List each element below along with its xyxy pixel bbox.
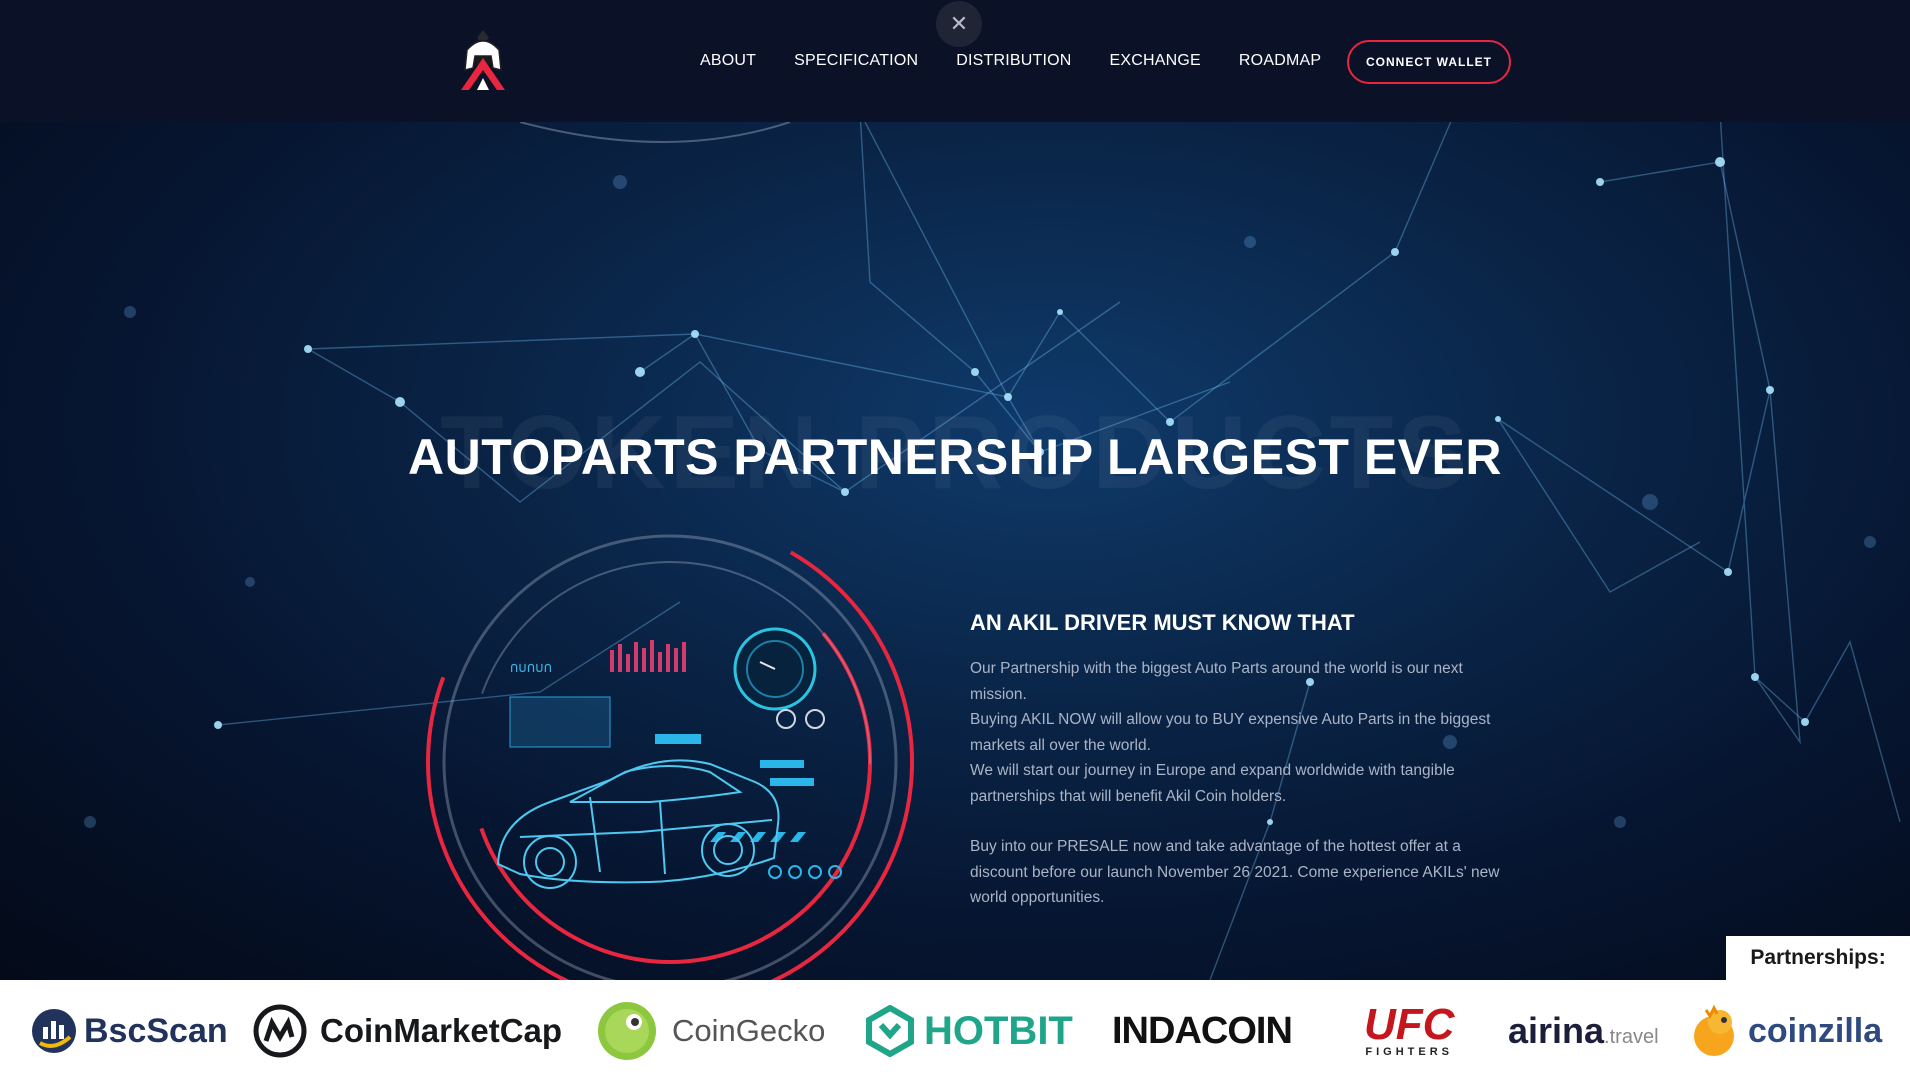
section-body: Our Partnership with the biggest Auto Pa…	[970, 656, 1520, 911]
paragraph-journey: We will start our journey in Europe and …	[970, 762, 1455, 805]
partners-strip: BscScan CoinMarketCap CoinGecko HOTBIT I…	[0, 980, 1910, 1080]
partner-ufc[interactable]: UFC FIGHTERS	[1364, 998, 1454, 1064]
section-heading: AN AKIL DRIVER MUST KNOW THAT	[970, 610, 1355, 635]
top-navbar: ✕ ABOUT SPECIFICATION DISTRIBUTION EXCHA…	[0, 0, 1910, 122]
paragraph-buying: Buying AKIL NOW will allow you to BUY ex…	[970, 711, 1491, 754]
paragraph-presale: Buy into our PRESALE now and take advant…	[970, 838, 1500, 906]
bscscan-icon	[32, 1009, 76, 1053]
hero-section: TOKEN PRODUCTS AUTOPARTS PARTNERSHIP LAR…	[0, 122, 1910, 980]
partner-hotbit[interactable]: HOTBIT	[864, 998, 1073, 1064]
partner-name: BscScan	[84, 1011, 228, 1050]
partnerships-label: Partnerships:	[1726, 936, 1910, 980]
hero-title: AUTOPARTS PARTNERSHIP LARGEST EVER	[408, 429, 1502, 485]
nav-specification[interactable]: SPECIFICATION	[794, 52, 918, 70]
partner-name: HOTBIT	[924, 1008, 1073, 1053]
partner-bscscan[interactable]: BscScan	[30, 998, 228, 1064]
partner-name: airina	[1508, 1010, 1605, 1051]
partner-name: coinzilla	[1748, 1011, 1883, 1050]
partner-name: CoinMarketCap	[320, 1012, 563, 1049]
nav-exchange[interactable]: EXCHANGE	[1110, 52, 1201, 70]
partner-indacoin[interactable]: INDACOIN	[1112, 998, 1293, 1064]
main-nav: ABOUT SPECIFICATION DISTRIBUTION EXCHANG…	[700, 0, 1359, 122]
partner-coinzilla[interactable]: coinzilla	[1686, 998, 1882, 1064]
partner-airina[interactable]: airina .travel	[1508, 998, 1659, 1064]
nav-roadmap[interactable]: ROADMAP	[1239, 52, 1321, 70]
coingecko-icon	[598, 1002, 656, 1060]
partner-subtitle: .travel	[1604, 1025, 1659, 1048]
nav-distribution[interactable]: DISTRIBUTION	[956, 52, 1071, 70]
svg-text:∩∪∩∪∩: ∩∪∩∪∩	[510, 660, 552, 676]
coinmarketcap-icon	[253, 1004, 307, 1058]
spartan-helmet-icon	[461, 30, 505, 90]
car-hud-illustration: ∩∪∩∪∩	[426, 518, 914, 980]
partner-subtitle: FIGHTERS	[1365, 1046, 1454, 1058]
coinzilla-icon	[1694, 1004, 1734, 1056]
partner-name: UFC	[1364, 1000, 1455, 1049]
connect-wallet-button[interactable]: CONNECT WALLET	[1347, 40, 1511, 84]
partner-name: INDACOIN	[1112, 1009, 1293, 1052]
partner-coinmarketcap[interactable]: CoinMarketCap	[252, 998, 562, 1064]
nav-about[interactable]: ABOUT	[700, 52, 756, 70]
akil-logo[interactable]	[457, 28, 509, 92]
partner-name: CoinGecko	[672, 1013, 826, 1048]
paragraph-partnership: Our Partnership with the biggest Auto Pa…	[970, 660, 1463, 703]
network-background	[84, 122, 1901, 980]
partner-coingecko[interactable]: CoinGecko	[596, 998, 825, 1064]
hotbit-icon	[866, 1005, 914, 1057]
